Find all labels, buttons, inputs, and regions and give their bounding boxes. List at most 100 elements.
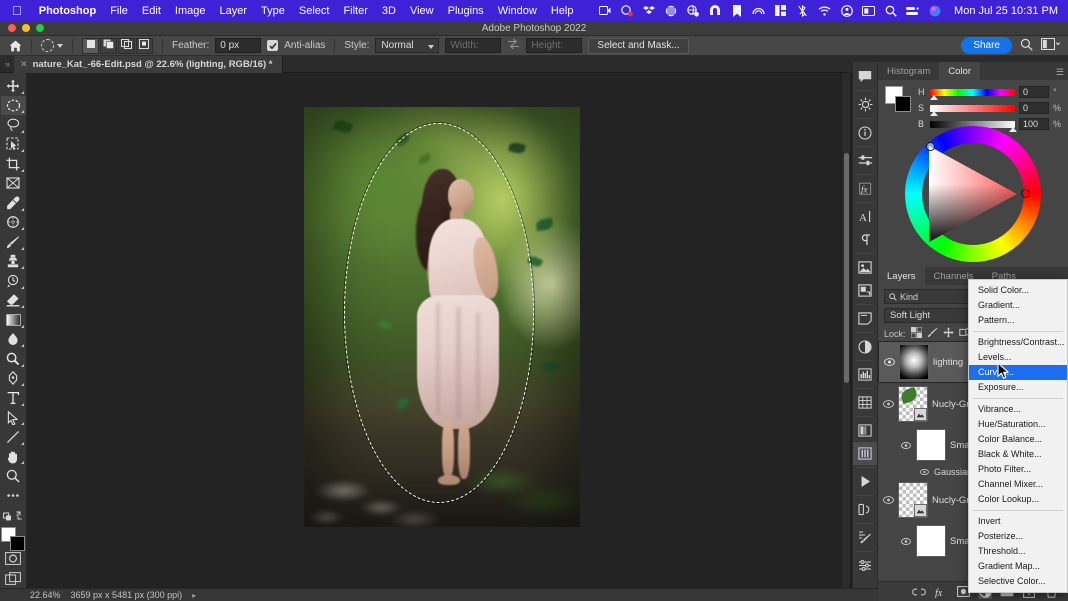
dropbox-icon[interactable] xyxy=(642,4,655,17)
layer-visibility-icon[interactable] xyxy=(882,400,894,408)
tab-histogram[interactable]: Histogram xyxy=(878,62,939,80)
home-icon[interactable] xyxy=(8,39,22,53)
elliptical-marquee-tool[interactable] xyxy=(0,95,26,116)
lock-transparent-pixels-icon[interactable] xyxy=(910,326,922,340)
lasso-tool[interactable] xyxy=(1,115,26,135)
libraries-icon[interactable] xyxy=(853,256,877,279)
hue-slider-track[interactable] xyxy=(930,88,1015,100)
share-button[interactable]: Share xyxy=(961,37,1012,54)
height-input[interactable]: Height: xyxy=(526,38,583,53)
swatches-icon[interactable] xyxy=(853,279,877,302)
clone-stamp-tool[interactable] xyxy=(1,252,26,272)
globe-badge-icon[interactable] xyxy=(686,4,699,17)
select-and-mask-button[interactable]: Select and Mask... xyxy=(588,37,689,54)
menu-item-gradient[interactable]: Gradient... xyxy=(969,298,1067,313)
screen-mode-icon[interactable] xyxy=(1,569,26,589)
object-selection-tool[interactable] xyxy=(1,135,26,155)
scrollbar-thumb[interactable] xyxy=(844,153,849,383)
background-color-swatch[interactable] xyxy=(895,96,911,112)
notes-icon[interactable] xyxy=(853,307,877,330)
menu-item-gradient-map[interactable]: Gradient Map... xyxy=(969,559,1067,574)
menu-photoshop[interactable]: Photoshop xyxy=(32,5,103,17)
layer-visibility-icon[interactable] xyxy=(900,537,912,545)
layer-visibility-icon[interactable] xyxy=(900,441,912,449)
eyedropper-tool[interactable] xyxy=(1,193,26,213)
menu-type[interactable]: Type xyxy=(254,5,292,17)
fx-styles-icon[interactable]: fx xyxy=(853,177,877,200)
menu-item-color-lookup[interactable]: Color Lookup... xyxy=(969,492,1067,507)
default-and-swap-colors[interactable] xyxy=(1,505,26,525)
character-icon[interactable]: A xyxy=(853,205,877,228)
menu-item-black-and-white[interactable]: Black & White... xyxy=(969,447,1067,462)
layer-thumbnail[interactable] xyxy=(898,482,928,518)
menu-item-pattern[interactable]: Pattern... xyxy=(969,313,1067,328)
tool-presets-icon[interactable] xyxy=(853,554,877,577)
crop-tool[interactable] xyxy=(1,154,26,174)
control-center-icon[interactable] xyxy=(906,4,919,17)
eraser-tool[interactable] xyxy=(1,291,26,311)
menu-item-color-balance[interactable]: Color Balance... xyxy=(969,432,1067,447)
brush-tool[interactable] xyxy=(1,232,26,252)
menu-item-hue-saturation[interactable]: Hue/Saturation... xyxy=(969,417,1067,432)
menu-item-posterize[interactable]: Posterize... xyxy=(969,529,1067,544)
layer-thumbnail[interactable] xyxy=(899,344,929,380)
bookmark-icon[interactable] xyxy=(730,4,743,17)
menu-select[interactable]: Select xyxy=(292,5,337,17)
layer-thumbnail[interactable] xyxy=(898,386,928,422)
layer-name[interactable]: lighting xyxy=(933,356,963,369)
menu-item-photo-filter[interactable]: Photo Filter... xyxy=(969,462,1067,477)
smart-filter-name[interactable]: Gaussian xyxy=(934,467,972,477)
blur-tool[interactable] xyxy=(1,330,26,350)
layer-mask-badge-icon[interactable] xyxy=(914,504,927,517)
menu-window[interactable]: Window xyxy=(491,5,544,17)
layer-name[interactable]: Sma xyxy=(950,536,970,547)
move-tool[interactable] xyxy=(1,76,26,96)
workspace-switcher-icon[interactable] xyxy=(1041,38,1061,53)
zoom-tool[interactable] xyxy=(1,466,26,486)
edit-toolbar-tool[interactable] xyxy=(1,486,26,506)
line-shape-tool[interactable] xyxy=(1,427,26,447)
document-tab[interactable]: ✕ nature_Kat_-66-Edit.psd @ 22.6% (light… xyxy=(14,55,283,73)
menu-plugins[interactable]: Plugins xyxy=(441,5,491,17)
layer-visibility-icon[interactable] xyxy=(883,358,895,366)
histogram-icon[interactable] xyxy=(853,363,877,386)
user-circle-icon[interactable] xyxy=(840,4,853,17)
add-to-selection-button[interactable] xyxy=(100,37,117,54)
channels-icon[interactable] xyxy=(853,419,877,442)
menu-item-exposure[interactable]: Exposure... xyxy=(969,380,1067,395)
menu-item-invert[interactable]: Invert xyxy=(969,514,1067,529)
stats-icon[interactable] xyxy=(774,4,787,17)
layer-style-fx-icon[interactable]: fx xyxy=(934,585,948,599)
screen-record-icon[interactable] xyxy=(598,4,611,17)
new-adjustment-layer-menu[interactable]: Solid Color... Gradient... Pattern... Br… xyxy=(968,279,1068,593)
intersect-selection-button[interactable] xyxy=(136,37,153,54)
bluetooth-icon[interactable] xyxy=(796,4,809,17)
hand-tool[interactable] xyxy=(1,447,26,467)
color-wheel-icon[interactable] xyxy=(905,126,1041,262)
menu-image[interactable]: Image xyxy=(168,5,213,17)
menu-bar-clock[interactable]: Mon Jul 25 10:31 PM xyxy=(950,5,1058,17)
magnet-icon[interactable] xyxy=(708,4,721,17)
timeline-icon[interactable] xyxy=(853,470,877,493)
menu-edit[interactable]: Edit xyxy=(135,5,168,17)
paths-icon[interactable] xyxy=(853,442,877,465)
hue-marker[interactable] xyxy=(1021,189,1030,198)
menu-file[interactable]: File xyxy=(103,5,135,17)
slider-thumb[interactable] xyxy=(930,110,938,116)
menu-item-selective-color[interactable]: Selective Color... xyxy=(969,574,1067,589)
close-icon[interactable]: ✕ xyxy=(20,59,28,70)
menu-filter[interactable]: Filter xyxy=(336,5,374,17)
layer-visibility-icon[interactable] xyxy=(918,469,930,475)
siri-icon[interactable] xyxy=(928,4,941,17)
menu-item-threshold[interactable]: Threshold... xyxy=(969,544,1067,559)
menu-item-channel-mixer[interactable]: Channel Mixer... xyxy=(969,477,1067,492)
triangle-marker[interactable] xyxy=(926,142,935,151)
history-brush-tool[interactable] xyxy=(1,271,26,291)
expand-arrows-icon[interactable]: » xyxy=(0,59,14,69)
menu-item-solid-color[interactable]: Solid Color... xyxy=(969,283,1067,298)
slider-thumb[interactable] xyxy=(930,94,938,100)
menu-view[interactable]: View xyxy=(403,5,441,17)
layer-mask-badge-icon[interactable] xyxy=(914,408,927,421)
menu-item-brightness-contrast[interactable]: Brightness/Contrast... xyxy=(969,335,1067,350)
document-canvas[interactable] xyxy=(304,107,580,527)
